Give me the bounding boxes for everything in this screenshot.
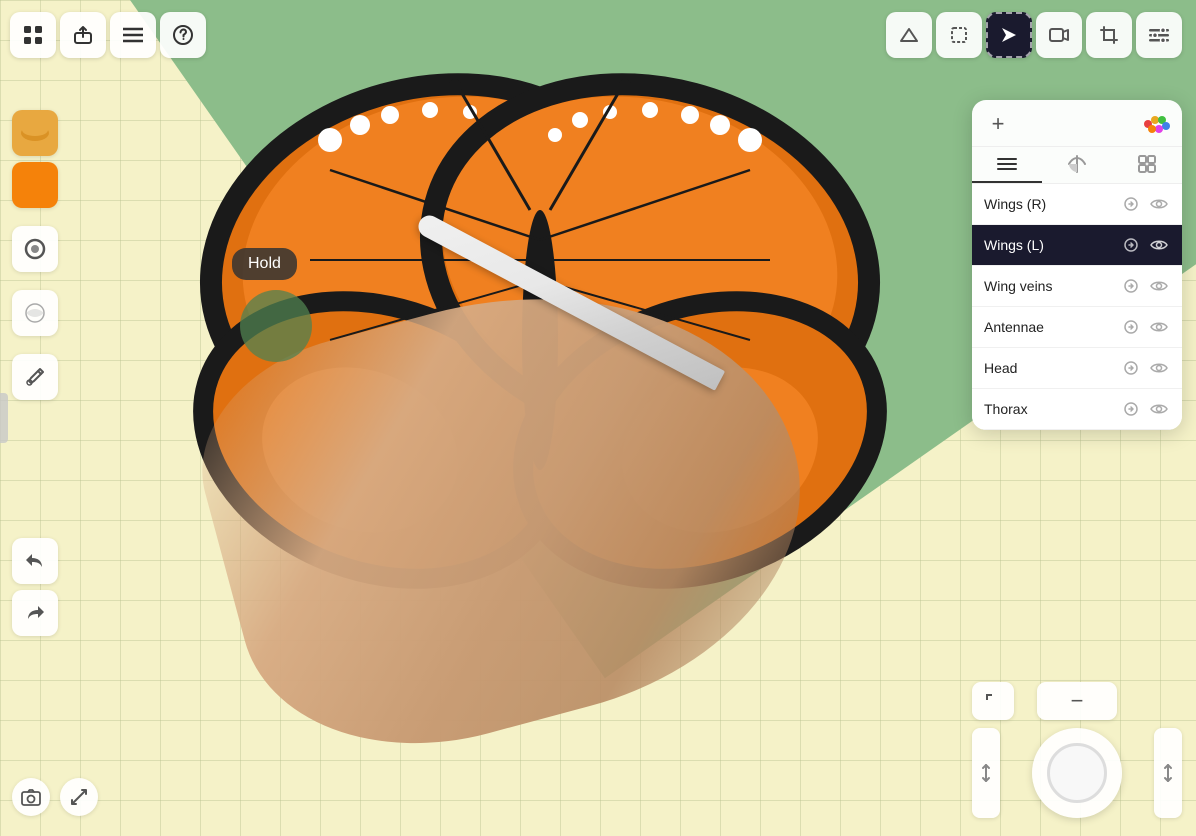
layer-select-antennae[interactable] bbox=[1120, 316, 1142, 338]
corner-button[interactable] bbox=[972, 682, 1014, 720]
move-transform-button[interactable] bbox=[986, 12, 1032, 58]
top-toolbar-left bbox=[10, 12, 206, 58]
layer-name-wing-veins: Wing veins bbox=[984, 278, 1120, 294]
crop-button[interactable] bbox=[1086, 12, 1132, 58]
help-button[interactable] bbox=[160, 12, 206, 58]
layer-select-thorax[interactable] bbox=[1120, 398, 1142, 420]
resize-arrow-button[interactable] bbox=[60, 778, 98, 816]
top-toolbar-right bbox=[886, 12, 1182, 58]
layer-visibility-wings-r[interactable] bbox=[1148, 193, 1170, 215]
app-settings-button[interactable] bbox=[1136, 12, 1182, 58]
layer-name-wings-l: Wings (L) bbox=[984, 237, 1120, 253]
layer-name-head: Head bbox=[984, 360, 1120, 376]
bottom-left-icons bbox=[12, 778, 98, 816]
layer-select-wings-l[interactable] bbox=[1120, 234, 1142, 256]
layer-visibility-wing-veins[interactable] bbox=[1148, 275, 1170, 297]
layer-visibility-antennae[interactable] bbox=[1148, 316, 1170, 338]
layer-icons-head bbox=[1120, 357, 1170, 379]
video-button[interactable] bbox=[1036, 12, 1082, 58]
panel-header: + bbox=[972, 100, 1182, 147]
layer-item-wings-l[interactable]: Wings (L) bbox=[972, 225, 1182, 266]
color-swatch-button[interactable] bbox=[12, 162, 58, 208]
layer-visibility-head[interactable] bbox=[1148, 357, 1170, 379]
blend-tool-button[interactable] bbox=[12, 290, 58, 336]
camera-button[interactable] bbox=[12, 778, 50, 816]
left-toolbar bbox=[12, 110, 58, 400]
help-icon bbox=[173, 25, 193, 45]
layer-icons-thorax bbox=[1120, 398, 1170, 420]
layer-name-wings-r: Wings (R) bbox=[984, 196, 1120, 212]
right-panel: + bbox=[972, 100, 1182, 430]
layer-select-wings-r[interactable] bbox=[1120, 193, 1142, 215]
layer-select-head[interactable] bbox=[1120, 357, 1142, 379]
selection-triangle-button[interactable] bbox=[886, 12, 932, 58]
menu-icon bbox=[123, 27, 143, 43]
layer-item-head[interactable]: Head bbox=[972, 348, 1182, 389]
undo-button[interactable] bbox=[12, 538, 58, 584]
layer-item-thorax[interactable]: Thorax bbox=[972, 389, 1182, 430]
menu-button[interactable] bbox=[110, 12, 156, 58]
tab-layers[interactable] bbox=[972, 147, 1042, 183]
layer-visibility-wings-l[interactable] bbox=[1148, 234, 1170, 256]
share-icon bbox=[73, 25, 93, 45]
layer-name-thorax: Thorax bbox=[984, 401, 1120, 417]
lasso-button[interactable] bbox=[936, 12, 982, 58]
dial-right-button[interactable] bbox=[1154, 728, 1182, 818]
layer-icons-wings-l bbox=[1120, 234, 1170, 256]
minus-button[interactable]: − bbox=[1037, 682, 1117, 720]
hold-tooltip: Hold bbox=[232, 248, 297, 280]
rotation-dial-inner bbox=[1047, 743, 1107, 803]
rotation-dial[interactable] bbox=[1032, 728, 1122, 818]
circle-tool-button[interactable] bbox=[12, 226, 58, 272]
layer-select-wing-veins[interactable] bbox=[1120, 275, 1142, 297]
add-layer-button[interactable]: + bbox=[984, 110, 1012, 138]
redo-button[interactable] bbox=[12, 590, 58, 636]
bottom-controls: − bbox=[972, 682, 1182, 818]
layer-color-button[interactable] bbox=[12, 110, 58, 156]
dial-left-button[interactable] bbox=[972, 728, 1000, 818]
layer-list: Wings (R) Wings (L) bbox=[972, 184, 1182, 430]
eyedropper-button[interactable] bbox=[12, 354, 58, 400]
panel-tabs bbox=[972, 147, 1182, 184]
layer-icons-wings-r bbox=[1120, 193, 1170, 215]
layer-item-antennae[interactable]: Antennae bbox=[972, 307, 1182, 348]
layer-visibility-thorax[interactable] bbox=[1148, 398, 1170, 420]
share-button[interactable] bbox=[60, 12, 106, 58]
touch-indicator bbox=[240, 290, 312, 362]
tab-gallery[interactable] bbox=[1112, 147, 1182, 183]
side-handle[interactable] bbox=[0, 393, 8, 443]
dial-row bbox=[972, 728, 1182, 818]
layer-item-wings-r[interactable]: Wings (R) bbox=[972, 184, 1182, 225]
color-palette-dots bbox=[1144, 115, 1170, 133]
grid-button[interactable] bbox=[10, 12, 56, 58]
layer-item-wing-veins[interactable]: Wing veins bbox=[972, 266, 1182, 307]
zoom-row: − bbox=[972, 682, 1182, 720]
layer-icons-wing-veins bbox=[1120, 275, 1170, 297]
grid-icon bbox=[22, 24, 44, 46]
layer-icons-antennae bbox=[1120, 316, 1170, 338]
layer-name-antennae: Antennae bbox=[984, 319, 1120, 335]
tab-adjustments[interactable] bbox=[1042, 147, 1112, 183]
